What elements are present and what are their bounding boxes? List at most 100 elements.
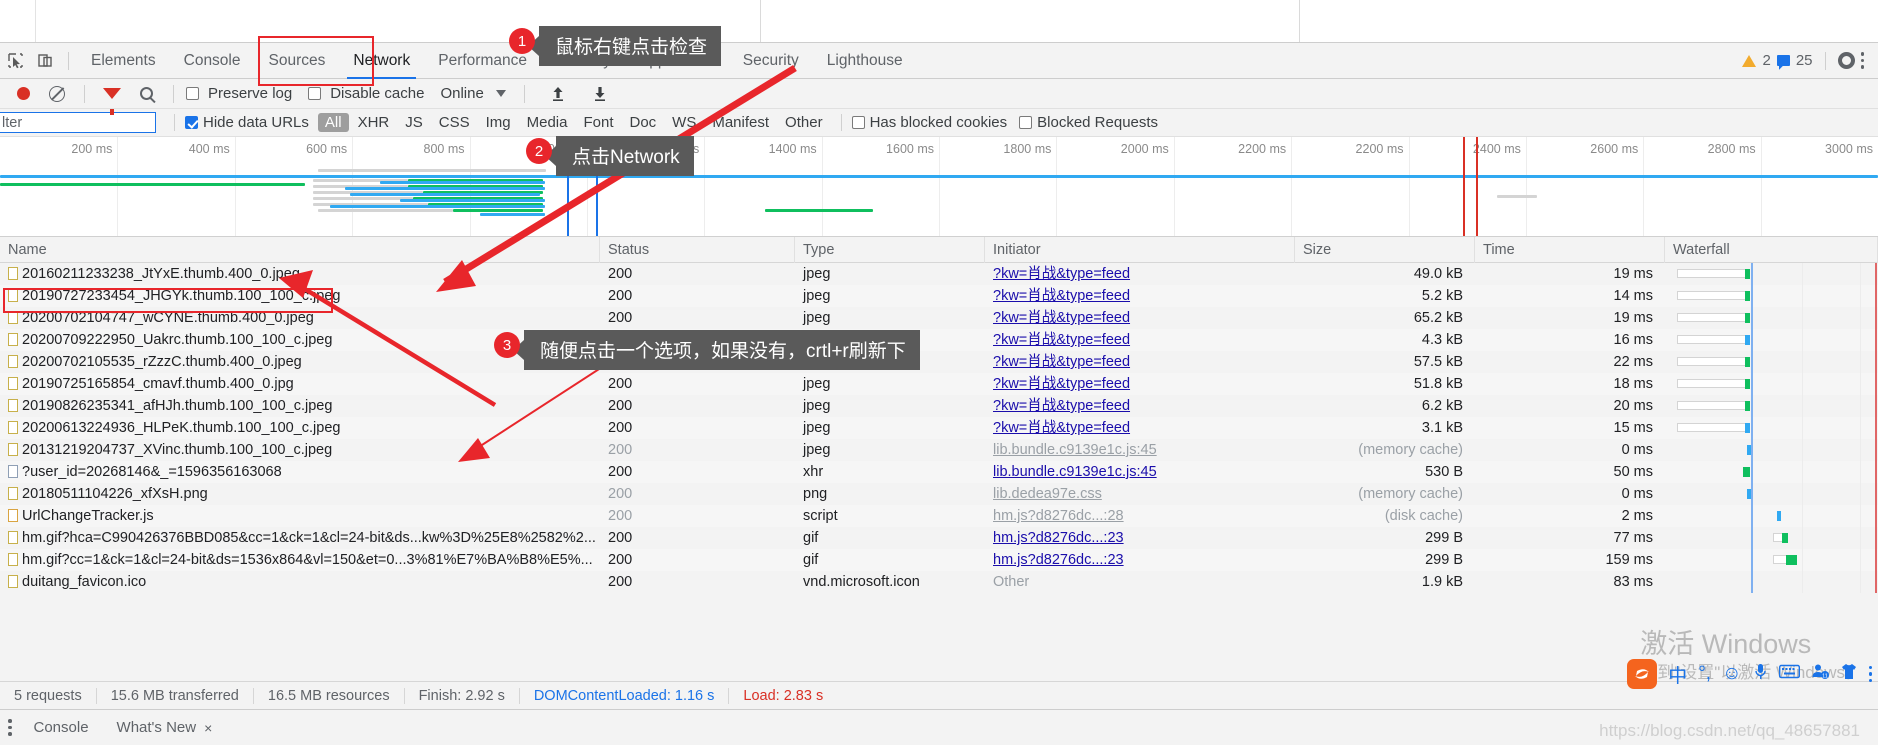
preserve-log-checkbox[interactable] bbox=[186, 87, 199, 100]
filter-type-manifest[interactable]: Manifest bbox=[705, 113, 776, 132]
table-row[interactable]: 20190727233454_JHGYk.thumb.100_100_c.jpe… bbox=[0, 285, 1878, 307]
has-blocked-cookies-checkbox[interactable] bbox=[851, 116, 865, 129]
cell-initiator[interactable]: ?kw=肖战&type=feed bbox=[985, 329, 1295, 351]
cell-initiator[interactable]: ?kw=肖战&type=feed bbox=[985, 373, 1295, 395]
filter-input[interactable] bbox=[0, 112, 156, 133]
sogou-icon[interactable] bbox=[1627, 659, 1658, 689]
column-header-initiator[interactable]: Initiator bbox=[985, 236, 1295, 263]
table-row[interactable]: 20200709222950_Uakrc.thumb.100_100_c.jpe… bbox=[0, 329, 1878, 351]
column-header-waterfall[interactable]: Waterfall bbox=[1665, 236, 1878, 263]
blocked-requests-checkbox[interactable] bbox=[1019, 116, 1033, 129]
ime-chinese-icon[interactable]: 中 bbox=[1668, 661, 1687, 688]
filter-type-ws[interactable]: WS bbox=[665, 113, 703, 132]
cell-name[interactable]: 20190826235341_afHJh.thumb.100_100_c.jpe… bbox=[0, 395, 600, 417]
tab-network[interactable]: Network bbox=[339, 43, 424, 79]
cell-name[interactable]: 20200613224936_HLPeK.thumb.100_100_c.jpe… bbox=[0, 417, 600, 439]
emoji-icon[interactable]: ☺ bbox=[1722, 663, 1741, 685]
table-row[interactable]: 20180511104226_xfXsH.png 200 png lib.dedea9… bbox=[0, 483, 1878, 505]
chevron-down-icon[interactable] bbox=[495, 90, 506, 97]
table-row[interactable]: hm.gif?hca=C990426376BBD085&cc=1&ck=1&cl… bbox=[0, 527, 1878, 549]
filter-type-img[interactable]: Img bbox=[479, 113, 518, 132]
toolbox-icon[interactable]: 11 bbox=[1811, 662, 1829, 686]
cell-name[interactable]: duitang_favicon.ico bbox=[0, 571, 600, 593]
table-row[interactable]: 20190826235341_afHJh.thumb.100_100_c.jpe… bbox=[0, 395, 1878, 417]
cell-name[interactable]: 20190727233454_JHGYk.thumb.100_100_c.jpe… bbox=[0, 285, 600, 307]
filter-icon[interactable] bbox=[97, 79, 127, 115]
cell-name[interactable]: 20131219204737_XVinc.thumb.100_100_c.jpe… bbox=[0, 439, 600, 461]
tab-security[interactable]: Security bbox=[729, 43, 813, 79]
device-toolbar-icon[interactable] bbox=[30, 46, 60, 76]
cell-initiator[interactable]: ?kw=肖战&type=feed bbox=[985, 417, 1295, 439]
filter-type-other[interactable]: Other bbox=[778, 113, 830, 132]
table-row[interactable]: hm.gif?cc=1&ck=1&cl=24-bit&ds=1536x864&v… bbox=[0, 549, 1878, 571]
inspect-element-icon[interactable] bbox=[0, 46, 30, 76]
filter-type-xhr[interactable]: XHR bbox=[351, 113, 397, 132]
import-har-icon[interactable] bbox=[543, 79, 573, 109]
throttling-select[interactable]: Online bbox=[440, 85, 483, 102]
cell-initiator[interactable]: hm.js?d8276dc...:23 bbox=[985, 527, 1295, 549]
drawer-tab-whats-new[interactable]: What's New bbox=[103, 710, 211, 746]
table-row[interactable]: 20200702104747_wCYNE.thumb.400_0.jpeg 200… bbox=[0, 307, 1878, 329]
close-icon[interactable]: × bbox=[204, 720, 212, 736]
table-row[interactable]: duitang_favicon.ico 200 vnd.microsoft.icon… bbox=[0, 571, 1878, 593]
column-header-status[interactable]: Status bbox=[600, 236, 795, 263]
drawer-tab-console[interactable]: Console bbox=[20, 710, 103, 746]
tab-lighthouse[interactable]: Lighthouse bbox=[813, 43, 917, 79]
cell-name[interactable]: 20200702104747_wCYNE.thumb.400_0.jpeg bbox=[0, 307, 600, 329]
punctuation-icon[interactable]: °, bbox=[1698, 663, 1711, 685]
table-row[interactable]: UrlChangeTracker.js 200 script hm.js?d8276d… bbox=[0, 505, 1878, 527]
filter-type-media[interactable]: Media bbox=[520, 113, 575, 132]
cell-name[interactable]: UrlChangeTracker.js bbox=[0, 505, 600, 527]
tray-menu-icon[interactable] bbox=[1868, 665, 1872, 683]
cell-initiator[interactable]: ?kw=肖战&type=feed bbox=[985, 307, 1295, 329]
table-row[interactable]: ?user_id=20268146&_=1596356163068 200 xhr l… bbox=[0, 461, 1878, 483]
cell-initiator[interactable]: ?kw=肖战&type=feed bbox=[985, 351, 1295, 373]
cell-name[interactable]: 20160211233238_JtYxE.thumb.400_0.jpeg bbox=[0, 263, 600, 285]
cell-initiator[interactable]: lib.bundle.c9139e1c.js:45 bbox=[985, 461, 1295, 483]
table-row[interactable]: 20190725165854_cmavf.thumb.400_0.jpg 200 j… bbox=[0, 373, 1878, 395]
cell-name[interactable]: hm.gif?hca=C990426376BBD085&cc=1&ck=1&cl… bbox=[0, 527, 600, 549]
hide-data-urls-checkbox[interactable] bbox=[185, 116, 198, 129]
table-row[interactable]: 20200613224936_HLPeK.thumb.100_100_c.jpe… bbox=[0, 417, 1878, 439]
cell-initiator[interactable]: hm.js?d8276dc...:23 bbox=[985, 549, 1295, 571]
filter-type-css[interactable]: CSS bbox=[432, 113, 477, 132]
search-icon[interactable] bbox=[131, 79, 161, 109]
cell-type: jpeg bbox=[803, 266, 831, 282]
filter-type-font[interactable]: Font bbox=[576, 113, 620, 132]
column-header-type[interactable]: Type bbox=[795, 236, 985, 263]
cell-initiator[interactable]: lib.dedea97e.css bbox=[985, 483, 1295, 505]
cell-name[interactable]: hm.gif?cc=1&ck=1&cl=24-bit&ds=1536x864&v… bbox=[0, 549, 600, 571]
tab-console[interactable]: Console bbox=[170, 43, 255, 79]
cell-initiator[interactable]: ?kw=肖战&type=feed bbox=[985, 285, 1295, 307]
column-header-time[interactable]: Time bbox=[1475, 236, 1665, 263]
cell-name[interactable]: 20190725165854_cmavf.thumb.400_0.jpg bbox=[0, 373, 600, 395]
filter-type-doc[interactable]: Doc bbox=[622, 113, 663, 132]
column-header-name[interactable]: Name bbox=[0, 236, 600, 263]
filter-type-all[interactable]: All bbox=[317, 113, 349, 132]
export-har-icon[interactable] bbox=[585, 79, 615, 109]
filter-type-js[interactable]: JS bbox=[398, 113, 430, 132]
network-overview-timeline[interactable]: 200 ms400 ms600 ms800 ms1000 ms1200 ms14… bbox=[0, 137, 1878, 237]
column-header-size[interactable]: Size bbox=[1295, 236, 1475, 263]
skin-icon[interactable] bbox=[1840, 663, 1858, 686]
cell-name[interactable]: ?user_id=20268146&_=1596356163068 bbox=[0, 461, 600, 483]
table-row[interactable]: 20131219204737_XVinc.thumb.100_100_c.jpe… bbox=[0, 439, 1878, 461]
cell-initiator[interactable]: ?kw=肖战&type=feed bbox=[985, 395, 1295, 417]
cell-initiator[interactable]: hm.js?d8276dc...:28 bbox=[985, 505, 1295, 527]
cell-initiator[interactable]: ?kw=肖战&type=feed bbox=[985, 263, 1295, 285]
clear-button[interactable] bbox=[42, 79, 72, 109]
table-row[interactable]: 20160211233238_JtYxE.thumb.400_0.jpeg 200… bbox=[0, 263, 1878, 285]
cell-initiator[interactable]: lib.bundle.c9139e1c.js:45 bbox=[985, 439, 1295, 461]
record-button[interactable] bbox=[8, 79, 38, 109]
kebab-icon[interactable] bbox=[1860, 52, 1864, 69]
overview-tick-label: 800 ms bbox=[423, 142, 465, 156]
table-row[interactable]: 20200702105535_rZzzC.thumb.400_0.jpeg200… bbox=[0, 351, 1878, 373]
gear-icon[interactable] bbox=[1837, 52, 1855, 69]
disable-cache-checkbox[interactable] bbox=[308, 87, 322, 100]
tab-sources[interactable]: Sources bbox=[255, 43, 340, 79]
cell-name[interactable]: 20180511104226_xfXsH.png bbox=[0, 483, 600, 505]
keyboard-icon[interactable] bbox=[1778, 663, 1800, 685]
microphone-icon[interactable] bbox=[1753, 662, 1768, 687]
drawer-menu-icon[interactable] bbox=[8, 719, 12, 736]
tab-elements[interactable]: Elements bbox=[77, 43, 170, 79]
